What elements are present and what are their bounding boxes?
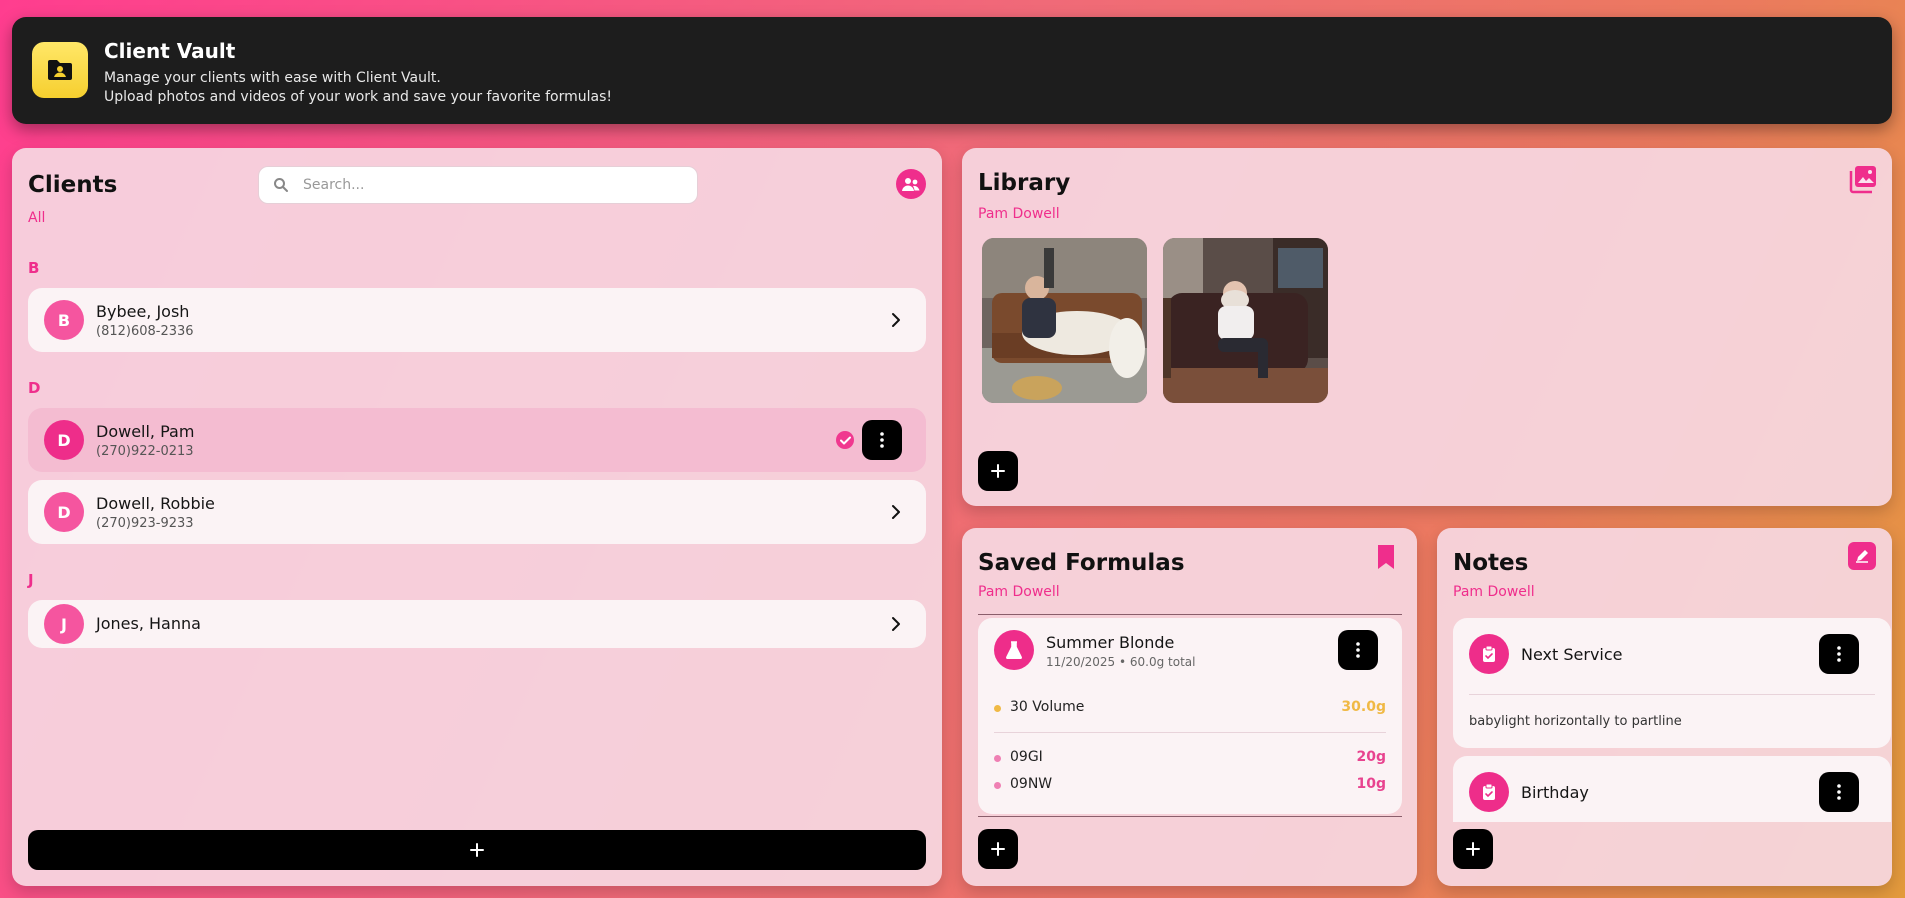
formulas-panel: Saved Formulas Pam Dowell Summer Blonde … xyxy=(962,528,1417,886)
developer-name: 30 Volume xyxy=(1010,699,1085,715)
images-icon[interactable] xyxy=(1848,164,1878,194)
client-row-dowell-robbie[interactable]: D Dowell, Robbie (270)923-9233 xyxy=(28,480,926,544)
notes-title: Notes xyxy=(1453,550,1529,576)
clients-title: Clients xyxy=(28,172,118,198)
library-photo-1[interactable] xyxy=(982,238,1147,403)
edit-note-icon[interactable] xyxy=(1848,542,1876,570)
flask-icon xyxy=(994,630,1034,670)
note-card-next-service[interactable]: Next Service babylight horizontally to p… xyxy=(1453,618,1891,748)
client-phone: (270)922-0213 xyxy=(96,444,194,459)
color-name: 09GI xyxy=(1010,749,1043,765)
clipboard-check-icon xyxy=(1469,634,1509,674)
avatar: B xyxy=(44,300,84,340)
people-icon[interactable] xyxy=(896,169,926,199)
clipboard-check-icon xyxy=(1469,772,1509,812)
plus-icon xyxy=(1466,842,1480,856)
formulas-title: Saved Formulas xyxy=(978,550,1185,576)
library-photo-2[interactable] xyxy=(1163,238,1328,403)
color-dot xyxy=(994,755,1001,762)
more-vertical-icon xyxy=(1356,642,1360,658)
formula-name: Summer Blonde xyxy=(1046,633,1175,652)
client-options-button[interactable] xyxy=(862,420,902,460)
formulas-client-name: Pam Dowell xyxy=(978,584,1060,600)
plus-icon xyxy=(991,842,1005,856)
add-media-button[interactable] xyxy=(978,451,1018,491)
note-options-button[interactable] xyxy=(1819,634,1859,674)
plus-icon xyxy=(991,464,1005,478)
bookmark-icon[interactable] xyxy=(1371,542,1401,572)
note-card-birthday[interactable]: Birthday xyxy=(1453,756,1891,822)
formula-card-summer-blonde[interactable]: Summer Blonde 11/20/2025 • 60.0g total 3… xyxy=(978,618,1402,814)
note-body: babylight horizontally to partline xyxy=(1469,714,1682,729)
client-name: Jones, Hanna xyxy=(96,614,201,633)
color-amount: 10g xyxy=(1356,776,1386,792)
notes-panel: Notes Pam Dowell Next Service babylight … xyxy=(1437,528,1892,886)
app-header: Client Vault Manage your clients with ea… xyxy=(12,17,1892,124)
app-title: Client Vault xyxy=(104,39,236,63)
note-divider xyxy=(1469,694,1875,695)
client-name: Bybee, Josh xyxy=(96,302,190,321)
clients-filter-all[interactable]: All xyxy=(28,210,45,226)
note-options-button[interactable] xyxy=(1819,772,1859,812)
group-letter-b: B xyxy=(28,259,40,277)
clients-panel: Clients All B B Bybee, Josh (812)608-233… xyxy=(12,148,942,886)
avatar: J xyxy=(44,604,84,644)
formula-meta: 11/20/2025 • 60.0g total xyxy=(1046,655,1196,669)
library-client-name: Pam Dowell xyxy=(978,206,1060,222)
note-title: Next Service xyxy=(1521,645,1623,664)
developer-dot xyxy=(994,705,1001,712)
selected-check-icon xyxy=(836,431,854,449)
client-row-dowell-pam[interactable]: D Dowell, Pam (270)922-0213 xyxy=(28,408,926,472)
chevron-right-icon[interactable] xyxy=(888,312,904,328)
client-name: Dowell, Pam xyxy=(96,422,195,441)
formula-options-button[interactable] xyxy=(1338,630,1378,670)
search-icon xyxy=(274,178,288,192)
app-subtitle: Manage your clients with ease with Clien… xyxy=(104,69,612,107)
ingredient-divider xyxy=(994,732,1386,733)
developer-amount: 30.0g xyxy=(1341,699,1386,715)
color-dot xyxy=(994,782,1001,789)
app-subtitle-line-2: Upload photos and videos of your work an… xyxy=(104,89,612,105)
avatar: D xyxy=(44,492,84,532)
search-input[interactable] xyxy=(303,167,683,203)
note-title: Birthday xyxy=(1521,783,1589,802)
color-amount: 20g xyxy=(1356,749,1386,765)
plus-icon xyxy=(470,843,484,857)
chevron-right-icon[interactable] xyxy=(888,616,904,632)
formulas-divider-bottom xyxy=(978,816,1402,817)
client-search xyxy=(258,166,698,204)
avatar: D xyxy=(44,420,84,460)
client-phone: (812)608-2336 xyxy=(96,324,194,339)
group-letter-d: D xyxy=(28,379,41,397)
library-title: Library xyxy=(978,170,1071,196)
formulas-divider-top xyxy=(978,614,1402,615)
library-panel: Library Pam Dowell xyxy=(962,148,1892,506)
more-vertical-icon xyxy=(1837,784,1841,800)
client-row-jones-hanna[interactable]: J Jones, Hanna xyxy=(28,600,926,648)
notes-list: Next Service babylight horizontally to p… xyxy=(1437,614,1892,822)
add-client-button[interactable] xyxy=(28,830,926,870)
chevron-right-icon[interactable] xyxy=(888,504,904,520)
more-vertical-icon xyxy=(880,432,884,448)
client-phone: (270)923-9233 xyxy=(96,516,194,531)
add-note-button[interactable] xyxy=(1453,829,1493,869)
add-formula-button[interactable] xyxy=(978,829,1018,869)
app-subtitle-line-1: Manage your clients with ease with Clien… xyxy=(104,70,441,86)
notes-client-name: Pam Dowell xyxy=(1453,584,1535,600)
group-letter-j: J xyxy=(28,571,34,589)
client-name: Dowell, Robbie xyxy=(96,494,215,513)
folder-user-icon xyxy=(32,42,88,98)
client-row-bybee-josh[interactable]: B Bybee, Josh (812)608-2336 xyxy=(28,288,926,352)
color-name: 09NW xyxy=(1010,776,1053,792)
more-vertical-icon xyxy=(1837,646,1841,662)
